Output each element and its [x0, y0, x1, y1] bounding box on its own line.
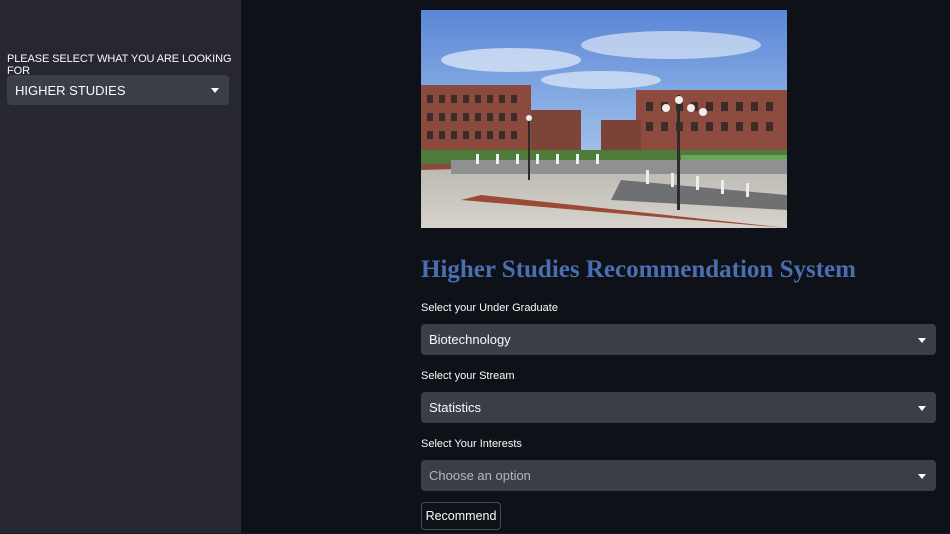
- recommend-button[interactable]: Recommend: [421, 502, 501, 530]
- chevron-down-icon: [918, 405, 926, 411]
- interests-select[interactable]: Choose an option: [421, 460, 936, 491]
- interests-placeholder: Choose an option: [429, 468, 531, 483]
- under-graduate-value: Biotechnology: [429, 332, 511, 347]
- looking-for-select[interactable]: HIGHER STUDIES: [7, 75, 229, 105]
- chevron-down-icon: [918, 473, 926, 479]
- looking-for-value: HIGHER STUDIES: [15, 82, 126, 98]
- campus-photo: [421, 10, 787, 228]
- page-title: Higher Studies Recommendation System: [421, 256, 856, 283]
- main-content: Higher Studies Recommendation System Sel…: [241, 0, 950, 534]
- stream-select[interactable]: Statistics: [421, 392, 936, 423]
- stream-label: Select your Stream: [421, 370, 515, 382]
- app: PLEASE SELECT WHAT YOU ARE LOOKING FOR H…: [0, 0, 950, 534]
- interests-label: Select Your Interests: [421, 438, 522, 450]
- looking-for-label: PLEASE SELECT WHAT YOU ARE LOOKING FOR: [7, 53, 232, 77]
- sidebar: PLEASE SELECT WHAT YOU ARE LOOKING FOR H…: [0, 0, 241, 534]
- chevron-down-icon: [918, 337, 926, 343]
- stream-value: Statistics: [429, 400, 482, 415]
- under-graduate-select[interactable]: Biotechnology: [421, 324, 936, 355]
- under-graduate-label: Select your Under Graduate: [421, 302, 558, 314]
- chevron-down-icon: [211, 88, 219, 93]
